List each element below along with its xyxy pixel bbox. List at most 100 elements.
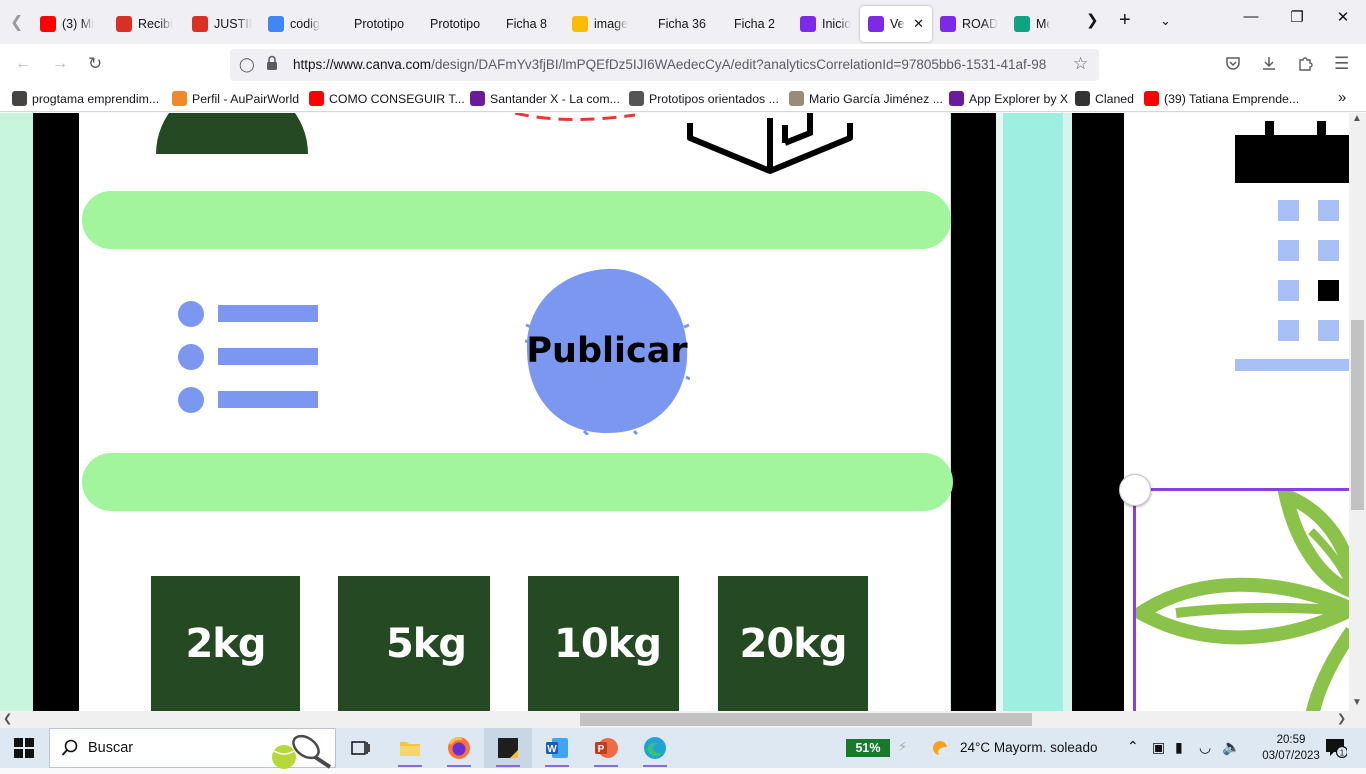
tab-6[interactable]: Ficha 8: [488, 6, 564, 42]
notifications-icon[interactable]: 1: [1325, 738, 1349, 763]
tracking-protection-icon[interactable]: ◯: [239, 56, 255, 73]
pocket-icon[interactable]: [1225, 55, 1241, 76]
weather-sun-icon[interactable]: [929, 736, 955, 765]
battery-indicator[interactable]: 51%: [846, 739, 890, 757]
tab-3[interactable]: codig: [260, 6, 336, 42]
canva-editor-canvas[interactable]: Publicar 2kg 5kg 10kg 20kg: [0, 113, 1349, 711]
bookmark-item[interactable]: Claned: [1075, 91, 1134, 106]
vertical-scroll-thumb[interactable]: [1351, 320, 1364, 510]
system-clock[interactable]: 20:59 03/07/2023: [1260, 732, 1322, 764]
tab-11[interactable]: Ver ✕: [860, 6, 932, 42]
bookmark-item[interactable]: Santander X - La com...: [470, 91, 620, 106]
navigation-toolbar: ← → ↻ ◯ https://www.canva.com/design/DAF…: [0, 44, 1366, 86]
tab-scroll-right-icon[interactable]: ❯: [1086, 11, 1099, 29]
new-tab-icon[interactable]: +: [1119, 9, 1131, 32]
address-bar[interactable]: ◯ https://www.canva.com/design/DAFmYv3fj…: [230, 49, 1099, 81]
tab-0[interactable]: (3) Mi: [32, 6, 108, 42]
more-bookmarks-icon[interactable]: »: [1338, 89, 1346, 106]
file-explorer-icon[interactable]: [386, 728, 434, 768]
green-pill-bar-top[interactable]: [82, 191, 951, 249]
tab-10[interactable]: Inicio: [792, 6, 860, 42]
scroll-left-icon[interactable]: ❮: [3, 712, 12, 725]
bookmark-star-icon[interactable]: ☆: [1073, 54, 1088, 74]
list-all-tabs-icon[interactable]: ⌄: [1160, 13, 1171, 29]
bookmark-item[interactable]: Prototipos orientados ...: [629, 91, 779, 106]
tab-7[interactable]: image: [564, 6, 640, 42]
tab-13[interactable]: Men: [1006, 6, 1058, 42]
tab-scroll-left-icon[interactable]: ❮: [10, 12, 23, 32]
tab-label: image: [594, 17, 629, 31]
edge-icon[interactable]: [631, 728, 679, 768]
tab-8[interactable]: Ficha 36: [640, 6, 716, 42]
bookmark-label: COMO CONSEGUIR T...: [329, 91, 465, 106]
weight-option-10kg[interactable]: 10kg: [528, 576, 679, 711]
weight-option-20kg[interactable]: 20kg: [718, 576, 868, 711]
tab-5[interactable]: Prototipos: [412, 6, 488, 42]
url-text[interactable]: https://www.canva.com/design/DAFmYv3fjBI…: [293, 57, 1065, 72]
tab-4[interactable]: Prototipos: [336, 6, 412, 42]
selected-leaf-element[interactable]: [1133, 488, 1349, 711]
weather-text[interactable]: 24°C Mayorm. soleado: [960, 740, 1097, 755]
google-icon: [268, 16, 284, 32]
forward-icon[interactable]: →: [52, 55, 68, 73]
horizontal-scrollbar[interactable]: ❮ ❯: [0, 711, 1366, 728]
windows-start-icon[interactable]: [14, 738, 34, 763]
volume-icon[interactable]: 🔈: [1222, 738, 1241, 756]
downloads-icon[interactable]: [1261, 55, 1277, 76]
vertical-scrollbar[interactable]: ▲ ▼: [1349, 113, 1366, 711]
horizontal-scroll-thumb[interactable]: [580, 713, 1032, 726]
bookmark-item[interactable]: progtama emprendim...: [12, 91, 159, 106]
battery-tray-icon[interactable]: ▮: [1175, 739, 1183, 756]
bookmark-item[interactable]: COMO CONSEGUIR T...: [309, 91, 465, 106]
lock-icon[interactable]: [266, 55, 278, 76]
chatgpt-icon: [1014, 16, 1030, 32]
scroll-right-icon[interactable]: ❯: [1337, 712, 1346, 725]
calendar-icon[interactable]: [1235, 121, 1349, 371]
bookmark-item[interactable]: Mario García Jiménez ...: [789, 91, 943, 106]
back-icon[interactable]: ←: [15, 55, 31, 73]
powerpoint-icon[interactable]: P: [582, 728, 630, 768]
meet-now-icon[interactable]: ▣: [1152, 739, 1165, 756]
tab-2[interactable]: JUSTIF: [184, 6, 260, 42]
word-icon[interactable]: W: [533, 728, 581, 768]
reload-icon[interactable]: ↻: [88, 54, 102, 74]
search-icon: [61, 739, 79, 762]
show-hidden-icons-icon[interactable]: ⌃: [1127, 738, 1139, 755]
bookmark-item[interactable]: App Explorer by X: [949, 91, 1068, 106]
green-pill-bar-bottom[interactable]: [82, 453, 953, 511]
tab-label: Inicio: [822, 17, 852, 31]
bookmark-item[interactable]: Perfil - AuPairWorld: [172, 91, 299, 106]
x-icon: [470, 91, 485, 106]
tab-12[interactable]: ROAD: [932, 6, 1006, 42]
tab-9[interactable]: Ficha 2: [716, 6, 792, 42]
restore-icon[interactable]: ❐: [1274, 8, 1320, 26]
tab-label: Recibi: [138, 17, 173, 31]
weight-option-5kg[interactable]: 5kg: [338, 576, 490, 711]
minimize-icon[interactable]: —: [1228, 8, 1274, 25]
scroll-up-icon[interactable]: ▲: [1352, 113, 1362, 124]
scroll-down-icon[interactable]: ▼: [1352, 697, 1362, 708]
taskbar-search[interactable]: Buscar: [49, 728, 336, 769]
resize-handle[interactable]: [1119, 474, 1151, 506]
weight-label: 5kg: [385, 621, 467, 667]
tab-1[interactable]: Recibi: [108, 6, 184, 42]
extensions-icon[interactable]: [1297, 55, 1313, 76]
bookmark-item[interactable]: (39) Tatiana Emprende...: [1144, 91, 1299, 106]
clock-time: 20:59: [1276, 734, 1306, 746]
package-box-icon[interactable]: [685, 113, 860, 177]
close-tab-icon[interactable]: ✕: [913, 16, 924, 32]
firefox-icon[interactable]: [435, 728, 483, 768]
close-window-icon[interactable]: ✕: [1320, 8, 1366, 26]
weight-label: 10kg: [554, 621, 662, 667]
red-dashed-arc[interactable]: [505, 113, 645, 125]
tab-label: Ficha 36: [658, 17, 706, 31]
publish-circle-button[interactable]: Publicar: [524, 267, 690, 435]
weight-option-2kg[interactable]: 2kg: [151, 576, 300, 711]
wifi-icon[interactable]: ◡: [1199, 739, 1211, 756]
green-dome-shape[interactable]: [156, 113, 308, 154]
sticky-notes-icon[interactable]: [484, 728, 532, 768]
tab-label: Ficha 2: [734, 17, 775, 31]
menu-icon[interactable]: ☰: [1334, 54, 1349, 74]
task-view-icon[interactable]: [336, 728, 384, 768]
list-menu-icon[interactable]: [178, 300, 320, 413]
